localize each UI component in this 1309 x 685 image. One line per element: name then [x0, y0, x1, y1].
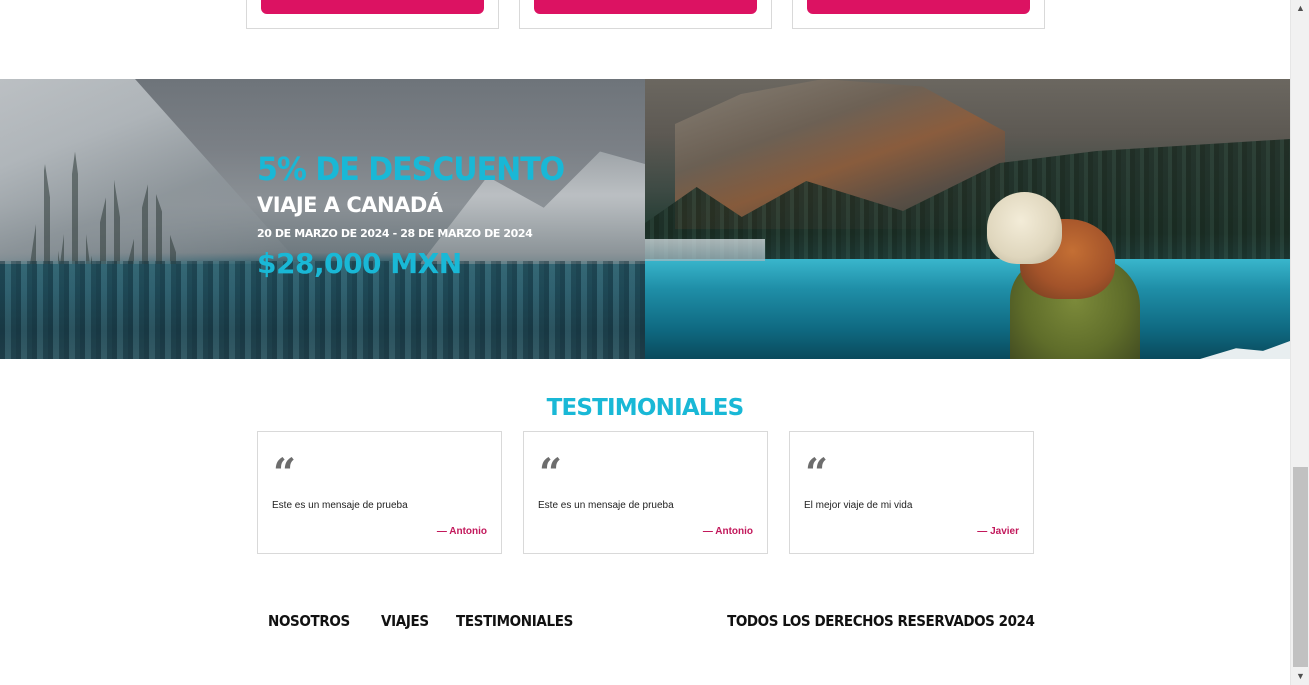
- banner-snowbank: [645, 239, 765, 261]
- footer-link-testimoniales[interactable]: TESTIMONIALES: [456, 612, 573, 630]
- testimonial-card: “ Este es un mensaje de prueba — Antonio: [257, 431, 502, 554]
- banner-image-left: [0, 79, 645, 359]
- chevron-up-icon[interactable]: ▲: [1291, 0, 1309, 17]
- scrollbar-thumb[interactable]: [1293, 467, 1308, 667]
- footer-link-viajes[interactable]: VIAJES: [381, 612, 429, 630]
- trip-cards-row: [246, 0, 1046, 30]
- page-scrollbar[interactable]: ▲ ▼: [1290, 0, 1309, 685]
- testimonial-author: — Javier: [977, 526, 1019, 537]
- copyright-text: TODOS LOS DERECHOS RESERVADOS 2024: [726, 612, 1035, 630]
- trip-card-button[interactable]: [807, 0, 1030, 14]
- trip-card: [792, 0, 1045, 29]
- chevron-down-icon[interactable]: ▼: [1291, 668, 1309, 685]
- footer-nav: NOSOTROS VIAJES TESTIMONIALES: [268, 612, 586, 630]
- footer-link-nosotros[interactable]: NOSOTROS: [268, 612, 350, 630]
- testimonial-message: Este es un mensaje de prueba: [272, 500, 408, 511]
- trip-card: [519, 0, 772, 29]
- promo-price: $28,000 MXN: [257, 247, 462, 280]
- quote-icon: “: [273, 450, 297, 497]
- testimonial-author: — Antonio: [702, 526, 753, 537]
- promo-discount: 5% DE DESCUENTO: [257, 150, 565, 189]
- promo-dates: 20 DE MARZO DE 2024 - 28 DE MARZO DE 202…: [257, 227, 533, 240]
- testimonial-message: Este es un mensaje de prueba: [538, 500, 674, 511]
- testimonial-message: El mejor viaje de mi vida: [804, 500, 913, 511]
- testimonial-card: “ El mejor viaje de mi vida — Javier: [789, 431, 1034, 554]
- banner-lake: [645, 259, 1290, 359]
- testimonial-card: “ Este es un mensaje de prueba — Antonio: [523, 431, 768, 554]
- promo-trip-title: VIAJE A CANADÁ: [257, 193, 443, 217]
- testimonial-author: — Antonio: [436, 526, 487, 537]
- quote-icon: “: [805, 450, 829, 497]
- promo-banner: [0, 79, 1290, 359]
- banner-image-right: [645, 79, 1290, 359]
- trip-card: [246, 0, 499, 29]
- testimonials-title: TESTIMONIALES: [546, 395, 745, 421]
- trip-card-button[interactable]: [261, 0, 484, 14]
- banner-person-hat: [987, 192, 1062, 264]
- trip-card-button[interactable]: [534, 0, 757, 14]
- quote-icon: “: [539, 450, 563, 497]
